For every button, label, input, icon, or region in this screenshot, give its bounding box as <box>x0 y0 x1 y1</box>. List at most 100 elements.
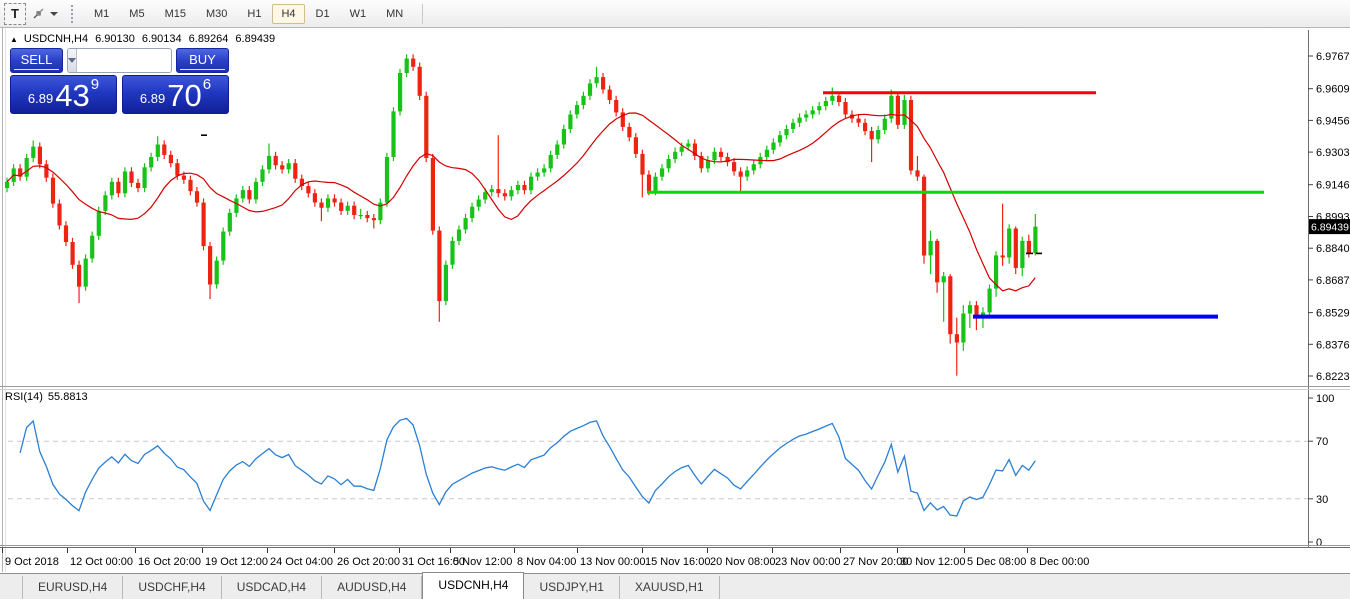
candle-body[interactable] <box>103 195 107 211</box>
candle-body[interactable] <box>431 158 435 231</box>
candle-body[interactable] <box>156 145 160 157</box>
candle-body[interactable] <box>575 105 579 114</box>
candle-body[interactable] <box>38 147 42 165</box>
candle-body[interactable] <box>634 137 638 154</box>
candle-body[interactable] <box>123 172 127 194</box>
candle-body[interactable] <box>228 213 232 232</box>
chart-tab-audusd-h4[interactable]: AUDUSD,H4 <box>322 576 422 599</box>
candle-body[interactable] <box>254 182 258 200</box>
candle-body[interactable] <box>817 106 821 110</box>
candle-body[interactable] <box>464 218 468 229</box>
candle-body[interactable] <box>745 170 749 176</box>
candle-body[interactable] <box>64 225 68 242</box>
timeframe-button-w1[interactable]: W1 <box>341 4 376 24</box>
chart-tab-usdcad-h4[interactable]: USDCAD,H4 <box>222 576 322 599</box>
candle-body[interactable] <box>444 265 448 301</box>
candle-body[interactable] <box>398 73 402 111</box>
candle-body[interactable] <box>169 155 173 163</box>
chart-tab-usdjpy-h1[interactable]: USDJPY,H1 <box>524 576 619 599</box>
candle-body[interactable] <box>732 162 736 171</box>
candle-body[interactable] <box>595 77 599 83</box>
candle-body[interactable] <box>955 334 959 342</box>
candle-body[interactable] <box>182 176 186 180</box>
candle-body[interactable] <box>765 150 769 157</box>
candle-body[interactable] <box>843 102 847 114</box>
candle-body[interactable] <box>319 203 323 208</box>
candle-body[interactable] <box>450 241 454 265</box>
candle-body[interactable] <box>1020 241 1024 268</box>
candle-body[interactable] <box>31 147 35 158</box>
candle-body[interactable] <box>25 158 29 177</box>
candle-body[interactable] <box>627 127 631 137</box>
candle-body[interactable] <box>437 231 441 302</box>
candle-body[interactable] <box>549 155 553 169</box>
chart-tab-eurusd-h4[interactable]: EURUSD,H4 <box>22 576 123 599</box>
sell-price-button[interactable]: 6.89 43 9 <box>10 75 117 114</box>
candle-body[interactable] <box>771 143 775 150</box>
candle-body[interactable] <box>208 246 212 284</box>
candle-body[interactable] <box>1027 241 1031 253</box>
timeframe-button-d1[interactable]: D1 <box>307 4 339 24</box>
candle-body[interactable] <box>516 185 520 190</box>
timeframe-button-m5[interactable]: M5 <box>120 4 153 24</box>
candle-body[interactable] <box>339 203 343 211</box>
candle-body[interactable] <box>274 156 278 165</box>
candle-body[interactable] <box>640 154 644 175</box>
lot-size-input[interactable] <box>77 49 172 72</box>
candle-body[interactable] <box>372 218 376 220</box>
candle-body[interactable] <box>346 206 350 211</box>
candle-body[interactable] <box>902 100 906 125</box>
candle-body[interactable] <box>830 96 834 101</box>
cursor-mode-button[interactable] <box>28 3 61 25</box>
candle-body[interactable] <box>97 211 101 236</box>
candle-body[interactable] <box>581 96 585 105</box>
candle-body[interactable] <box>948 276 952 334</box>
candle-body[interactable] <box>680 147 684 152</box>
candle-body[interactable] <box>221 232 225 261</box>
candle-body[interactable] <box>968 305 972 313</box>
candle-body[interactable] <box>811 110 815 114</box>
timeframe-button-mn[interactable]: MN <box>377 4 412 24</box>
candle-body[interactable] <box>922 177 926 256</box>
chart-tab-usdcnh-h4[interactable]: USDCNH,H4 <box>422 572 524 599</box>
timeframe-button-h1[interactable]: H1 <box>238 4 270 24</box>
candle-body[interactable] <box>915 170 919 176</box>
candle-body[interactable] <box>929 241 933 256</box>
candle-body[interactable] <box>739 172 743 177</box>
candle-body[interactable] <box>522 185 526 190</box>
candle-body[interactable] <box>857 119 861 123</box>
candle-body[interactable] <box>608 90 612 100</box>
candle-body[interactable] <box>90 236 94 259</box>
sell-button[interactable]: SELL <box>10 48 63 73</box>
timeframe-button-m15[interactable]: M15 <box>156 4 195 24</box>
candle-body[interactable] <box>477 200 481 207</box>
lot-decrease-button[interactable] <box>68 49 77 72</box>
candle-body[interactable] <box>660 168 664 176</box>
candle-body[interactable] <box>1001 255 1005 257</box>
candle-body[interactable] <box>791 123 795 129</box>
candle-body[interactable] <box>391 111 395 157</box>
candle-body[interactable] <box>333 198 337 202</box>
chart-tab-usdchf-h4[interactable]: USDCHF,H4 <box>123 576 221 599</box>
candle-body[interactable] <box>568 115 572 130</box>
candle-body[interactable] <box>457 230 461 241</box>
candle-body[interactable] <box>614 100 618 112</box>
candle-body[interactable] <box>195 191 199 202</box>
candle-body[interactable] <box>667 159 671 168</box>
candle-body[interactable] <box>188 180 192 191</box>
candle-body[interactable] <box>686 144 690 147</box>
candle-body[interactable] <box>529 177 533 191</box>
candle-body[interactable] <box>267 156 271 170</box>
candle-body[interactable] <box>57 204 61 226</box>
candle-body[interactable] <box>175 163 179 175</box>
candle-body[interactable] <box>215 261 219 285</box>
candle-body[interactable] <box>988 289 992 313</box>
candle-body[interactable] <box>84 259 88 287</box>
candle-body[interactable] <box>824 101 828 106</box>
candle-body[interactable] <box>536 173 540 177</box>
candle-body[interactable] <box>287 163 291 169</box>
candle-body[interactable] <box>385 157 389 203</box>
candle-body[interactable] <box>496 189 500 193</box>
candle-body[interactable] <box>110 182 114 196</box>
candle-body[interactable] <box>293 163 297 179</box>
